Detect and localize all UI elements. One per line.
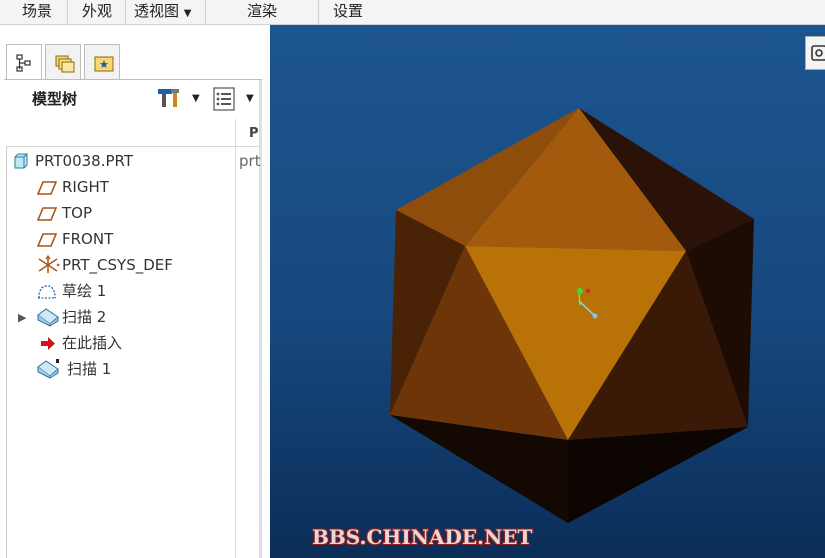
tree-root-item[interactable]: PRT0038.PRT prt [0, 149, 262, 173]
model-face [568, 427, 748, 523]
tree-item-sweep-2[interactable]: ▶ 扫描 2 [0, 305, 236, 329]
tree-item-label: 草绘 1 [62, 282, 107, 300]
tree-item-top[interactable]: TOP [0, 201, 236, 225]
tab-perspective[interactable]: 透视图 ▼ [134, 0, 192, 24]
tab-appearance[interactable]: 外观 [82, 0, 112, 24]
tab-render[interactable]: 渲染 [247, 0, 277, 24]
tree-item-right[interactable]: RIGHT [0, 175, 236, 199]
chevron-down-icon: ▼ [183, 8, 192, 19]
sweep-suppressed-icon [37, 359, 59, 379]
tree-item-label: FRONT [62, 230, 114, 248]
tree-item-label: PRT_CSYS_DEF [62, 256, 173, 274]
ribbon-separator [125, 0, 126, 24]
tree-item-label: RIGHT [62, 178, 109, 196]
insert-here-arrow-icon [41, 337, 55, 350]
tab-baseline [4, 79, 262, 80]
favorites-tab[interactable] [84, 44, 120, 79]
show-list-icon[interactable] [213, 87, 235, 111]
sweep-icon [37, 308, 59, 327]
tab-scene[interactable]: 场景 [22, 0, 52, 24]
tree-item-sketch-1[interactable]: 草绘 1 [0, 279, 236, 303]
tab-perspective-label: 透视图 [134, 2, 180, 20]
tree-item-label: 扫描 2 [62, 308, 107, 326]
site-watermark: BBS.CHINADE.NET [312, 525, 533, 549]
tree-settings-icon[interactable] [156, 87, 182, 109]
part-icon [14, 153, 28, 169]
sketch-icon [38, 285, 56, 299]
graphics-toolbar-button[interactable] [805, 36, 825, 70]
tree-item-column-value: prt [239, 152, 261, 170]
tree-item-label: 在此插入 [62, 334, 123, 352]
tree-item-csys[interactable]: PRT_CSYS_DEF [0, 253, 236, 277]
datum-plane-icon [37, 181, 57, 195]
chevron-down-icon[interactable]: ▼ [246, 93, 254, 104]
tree-item-front[interactable]: FRONT [0, 227, 236, 251]
folder-browser-tab[interactable] [45, 44, 81, 79]
tab-settings[interactable]: 设置 [333, 0, 363, 24]
navigator-panel: 模型树 ▼ ▼ P PRT0038.PRT prt RIGHT TOP FRON… [0, 25, 268, 558]
saved-views-icon [811, 45, 825, 61]
panel-title: 模型树 [32, 90, 78, 108]
expand-arrow-icon[interactable]: ▶ [18, 306, 26, 330]
ribbon-separator [205, 0, 206, 24]
ribbon-separator [67, 0, 68, 24]
model-tree-icon [16, 54, 31, 72]
tree-column-header [6, 119, 262, 147]
chevron-down-icon[interactable]: ▼ [192, 93, 200, 104]
favorites-folder-icon [94, 56, 114, 72]
folder-stack-icon [55, 55, 75, 73]
model-tree-tab[interactable] [6, 44, 42, 80]
tree-item-label: TOP [62, 204, 93, 222]
tree-item-sweep-1[interactable]: 扫描 1 [0, 357, 236, 381]
ribbon-tab-strip: 场景 外观 透视图 ▼ 渲染 设置 [0, 0, 825, 25]
tree-item-insert-here[interactable]: 在此插入 [0, 331, 236, 355]
coordinate-system-icon [38, 255, 60, 273]
datum-plane-icon [37, 207, 57, 221]
datum-plane-icon [37, 233, 57, 247]
tree-item-label: PRT0038.PRT [35, 152, 134, 170]
graphics-viewport[interactable]: BBS.CHINADE.NET [270, 25, 825, 558]
icosahedron-model[interactable] [270, 25, 825, 558]
column-header-label[interactable]: P [249, 126, 259, 141]
ribbon-separator [318, 0, 319, 24]
tree-item-label: 扫描 1 [67, 360, 112, 378]
